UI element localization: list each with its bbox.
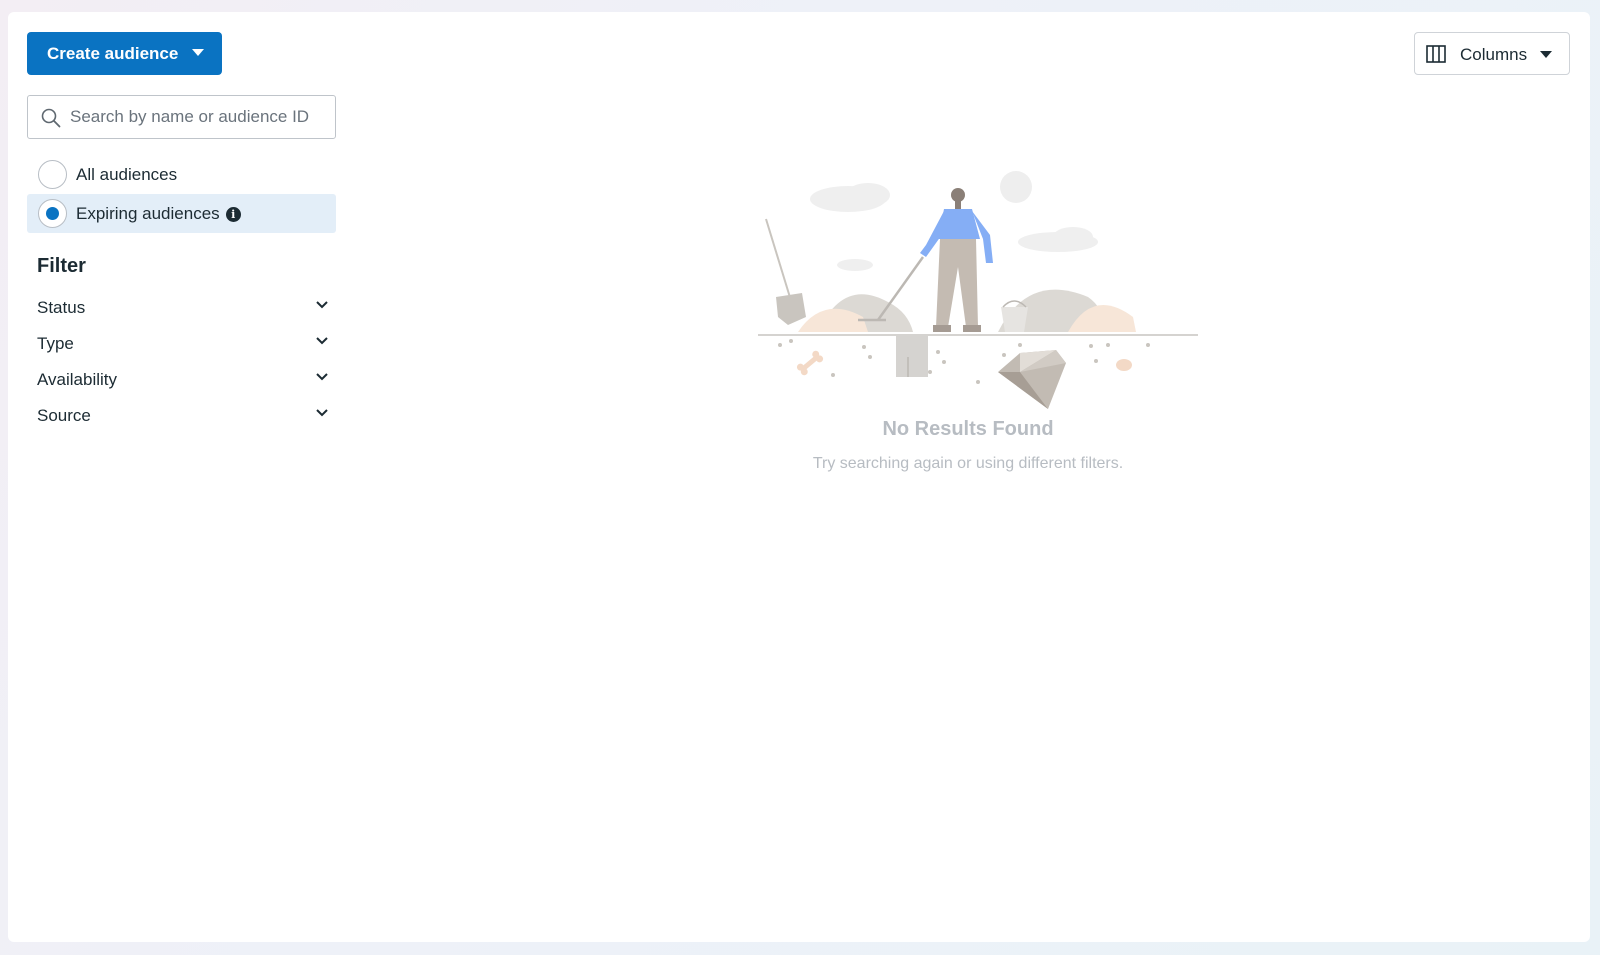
search-box xyxy=(27,95,336,139)
radio-all-audiences[interactable]: All audiences xyxy=(27,155,336,194)
chevron-down-icon xyxy=(316,301,328,309)
filter-availability[interactable]: Availability xyxy=(27,362,336,396)
filter-source[interactable]: Source xyxy=(27,398,336,432)
info-icon[interactable]: i xyxy=(225,207,241,222)
filter-label: Type xyxy=(37,334,74,353)
filter-type[interactable]: Type xyxy=(27,326,336,360)
radio-label-wrap: Expiring audiences i xyxy=(76,204,241,224)
filter-heading: Filter xyxy=(37,255,86,277)
empty-state-subtitle: Try searching again or using different f… xyxy=(812,455,1124,472)
radio-button-checked[interactable] xyxy=(38,199,67,228)
filter-status[interactable]: Status xyxy=(27,290,336,324)
filter-label: Availability xyxy=(37,370,118,389)
columns-icon xyxy=(1426,45,1446,63)
radio-label: Expiring audiences xyxy=(76,204,220,223)
search-icon xyxy=(41,108,61,128)
chevron-down-icon xyxy=(316,337,328,345)
filter-label: Status xyxy=(37,298,86,317)
audiences-panel: Create audience Columns All audiences Ex… xyxy=(8,12,1590,942)
columns-button[interactable]: Columns xyxy=(1414,32,1570,75)
radio-label: All audiences xyxy=(76,165,178,184)
create-audience-button[interactable]: Create audience xyxy=(27,32,222,75)
radio-expiring-audiences[interactable]: Expiring audiences i xyxy=(27,194,336,233)
columns-label: Columns xyxy=(1460,45,1528,64)
search-input[interactable] xyxy=(70,97,330,137)
filter-label: Source xyxy=(37,406,91,425)
no-results-illustration xyxy=(758,171,1198,409)
caret-down-icon xyxy=(192,49,204,56)
radio-button[interactable] xyxy=(38,160,67,189)
caret-down-icon xyxy=(1540,51,1552,58)
chevron-down-icon xyxy=(316,373,328,381)
create-audience-label: Create audience xyxy=(47,43,179,63)
chevron-down-icon xyxy=(316,409,328,417)
empty-state-title: No Results Found xyxy=(882,418,1054,440)
